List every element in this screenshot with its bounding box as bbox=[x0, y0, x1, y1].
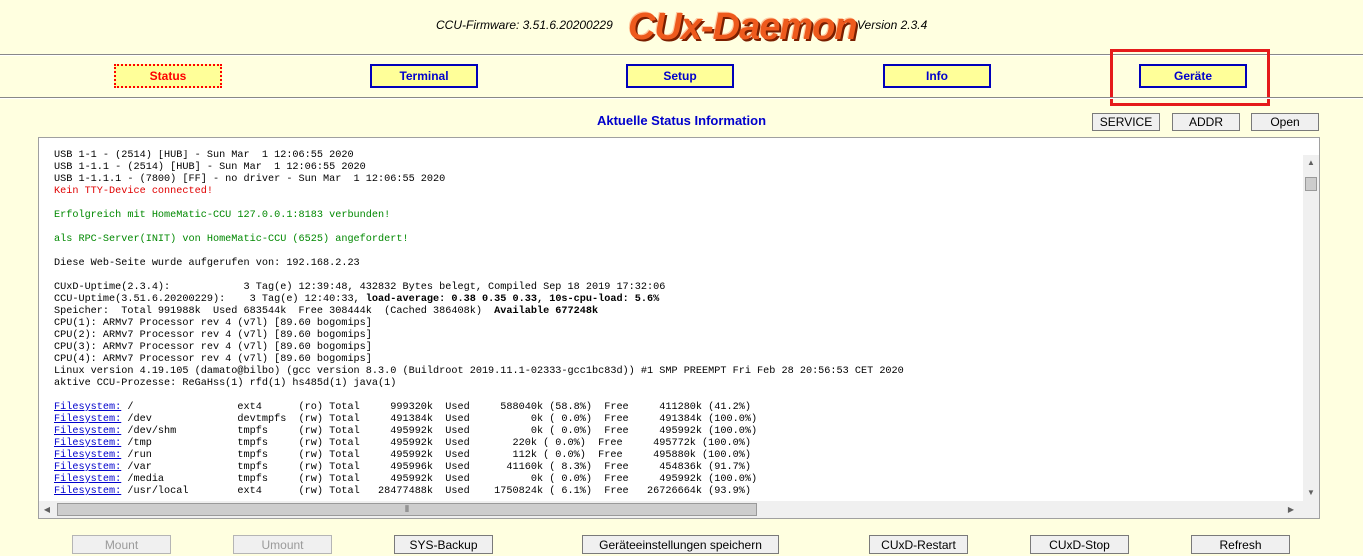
horizontal-scroll-thumb[interactable]: ⦀ bbox=[57, 503, 757, 516]
firmware-version: CCU-Firmware: 3.51.6.20200229 bbox=[436, 18, 613, 32]
scroll-down-icon[interactable]: ▼ bbox=[1303, 485, 1319, 501]
scroll-left-icon[interactable]: ◀ bbox=[39, 501, 55, 518]
mount-button[interactable]: Mount bbox=[72, 535, 171, 554]
cuxd-logo: CUx-Daemon bbox=[628, 6, 858, 48]
log-rpc: als RPC-Server(INIT) von HomeMatic-CCU (… bbox=[54, 234, 409, 245]
nav-status[interactable]: Status bbox=[114, 64, 222, 88]
log-usb-3: USB 1-1.1.1 - (7800) [FF] - no driver - … bbox=[54, 174, 446, 185]
fs-row: /dev/shm tmpfs (rw) Total 495992k Used 0… bbox=[121, 426, 758, 437]
fs-link[interactable]: Filesystem: bbox=[54, 450, 121, 461]
fs-row: /run tmpfs (rw) Total 495992k Used 112k … bbox=[121, 450, 751, 461]
scroll-up-icon[interactable]: ▲ bbox=[1303, 155, 1319, 171]
umount-button[interactable]: Umount bbox=[233, 535, 332, 554]
fs-row: /media tmpfs (rw) Total 495992k Used 0k … bbox=[121, 474, 758, 485]
fs-link[interactable]: Filesystem: bbox=[54, 486, 121, 497]
save-device-settings-button[interactable]: Geräteeinstellungen speichern bbox=[582, 535, 779, 554]
vertical-scroll-thumb[interactable] bbox=[1305, 177, 1317, 191]
header: CCU-Firmware: 3.51.6.20200229 CUx-Daemon… bbox=[0, 0, 1363, 54]
log-cpu-2: CPU(2): ARMv7 Processor rev 4 (v7l) [89.… bbox=[54, 330, 372, 341]
log-linux: Linux version 4.19.105 (damato@bilbo) (g… bbox=[54, 366, 904, 377]
log-load-average: load-average: 0.38 0.35 0.33, 10s-cpu-lo… bbox=[365, 294, 660, 305]
log-processes: aktive CCU-Prozesse: ReGaHss(1) rfd(1) h… bbox=[54, 378, 397, 389]
fs-link[interactable]: Filesystem: bbox=[54, 438, 121, 449]
nav-divider bbox=[0, 97, 1363, 99]
fs-row: /var tmpfs (rw) Total 495996k Used 41160… bbox=[121, 462, 751, 473]
log-usb-2: USB 1-1.1 - (2514) [HUB] - Sun Mar 1 12:… bbox=[54, 162, 366, 173]
log-speicher: Speicher: Total 991988k Used 683544k Fre… bbox=[54, 306, 495, 317]
nav-terminal[interactable]: Terminal bbox=[370, 64, 478, 88]
refresh-button[interactable]: Refresh bbox=[1191, 535, 1290, 554]
log-usb-1: USB 1-1 - (2514) [HUB] - Sun Mar 1 12:06… bbox=[54, 150, 354, 161]
fs-row: / ext4 (ro) Total 999320k Used 588040k (… bbox=[121, 402, 751, 413]
log-called-from: Diese Web-Seite wurde aufgerufen von: 19… bbox=[54, 258, 360, 269]
daemon-version: Version 2.3.4 bbox=[857, 18, 928, 32]
log-ccu-uptime: CCU-Uptime(3.51.6.20200229): 3 Tag(e) 12… bbox=[54, 294, 366, 305]
fs-link[interactable]: Filesystem: bbox=[54, 426, 121, 437]
service-button[interactable]: SERVICE bbox=[1092, 113, 1160, 131]
nav-info[interactable]: Info bbox=[883, 64, 991, 88]
status-log: USB 1-1 - (2514) [HUB] - Sun Mar 1 12:06… bbox=[54, 150, 1294, 500]
log-cuxd-uptime: CUxD-Uptime(2.3.4): 3 Tag(e) 12:39:48, 4… bbox=[54, 282, 666, 293]
cuxd-restart-button[interactable]: CUxD-Restart bbox=[869, 535, 968, 554]
fs-row: /usr/local ext4 (rw) Total 28477488k Use… bbox=[121, 486, 751, 497]
vertical-scrollbar[interactable]: ▲ ▼ bbox=[1303, 155, 1319, 501]
log-cpu-3: CPU(3): ARMv7 Processor rev 4 (v7l) [89.… bbox=[54, 342, 372, 353]
horizontal-scrollbar[interactable]: ◀ ⦀ ▶ bbox=[39, 501, 1319, 518]
fs-row: /tmp tmpfs (rw) Total 495992k Used 220k … bbox=[121, 438, 751, 449]
fs-link[interactable]: Filesystem: bbox=[54, 414, 121, 425]
status-log-panel[interactable]: USB 1-1 - (2514) [HUB] - Sun Mar 1 12:06… bbox=[38, 137, 1320, 519]
log-available: Available 677248k bbox=[494, 306, 599, 317]
sys-backup-button[interactable]: SYS-Backup bbox=[394, 535, 493, 554]
log-cpu-4: CPU(4): ARMv7 Processor rev 4 (v7l) [89.… bbox=[54, 354, 372, 365]
fs-link[interactable]: Filesystem: bbox=[54, 462, 121, 473]
scroll-right-icon[interactable]: ▶ bbox=[1283, 501, 1299, 518]
cuxd-stop-button[interactable]: CUxD-Stop bbox=[1030, 535, 1129, 554]
fs-link[interactable]: Filesystem: bbox=[54, 402, 121, 413]
log-cpu-1: CPU(1): ARMv7 Processor rev 4 (v7l) [89.… bbox=[54, 318, 372, 329]
open-button[interactable]: Open bbox=[1251, 113, 1319, 131]
log-connected: Erfolgreich mit HomeMatic-CCU 127.0.0.1:… bbox=[54, 210, 391, 221]
fs-link[interactable]: Filesystem: bbox=[54, 474, 121, 485]
fs-row: /dev devtmpfs (rw) Total 491384k Used 0k… bbox=[121, 414, 758, 425]
addr-button[interactable]: ADDR bbox=[1172, 113, 1240, 131]
log-tty-error: Kein TTY-Device connected! bbox=[54, 186, 213, 197]
nav-setup[interactable]: Setup bbox=[626, 64, 734, 88]
